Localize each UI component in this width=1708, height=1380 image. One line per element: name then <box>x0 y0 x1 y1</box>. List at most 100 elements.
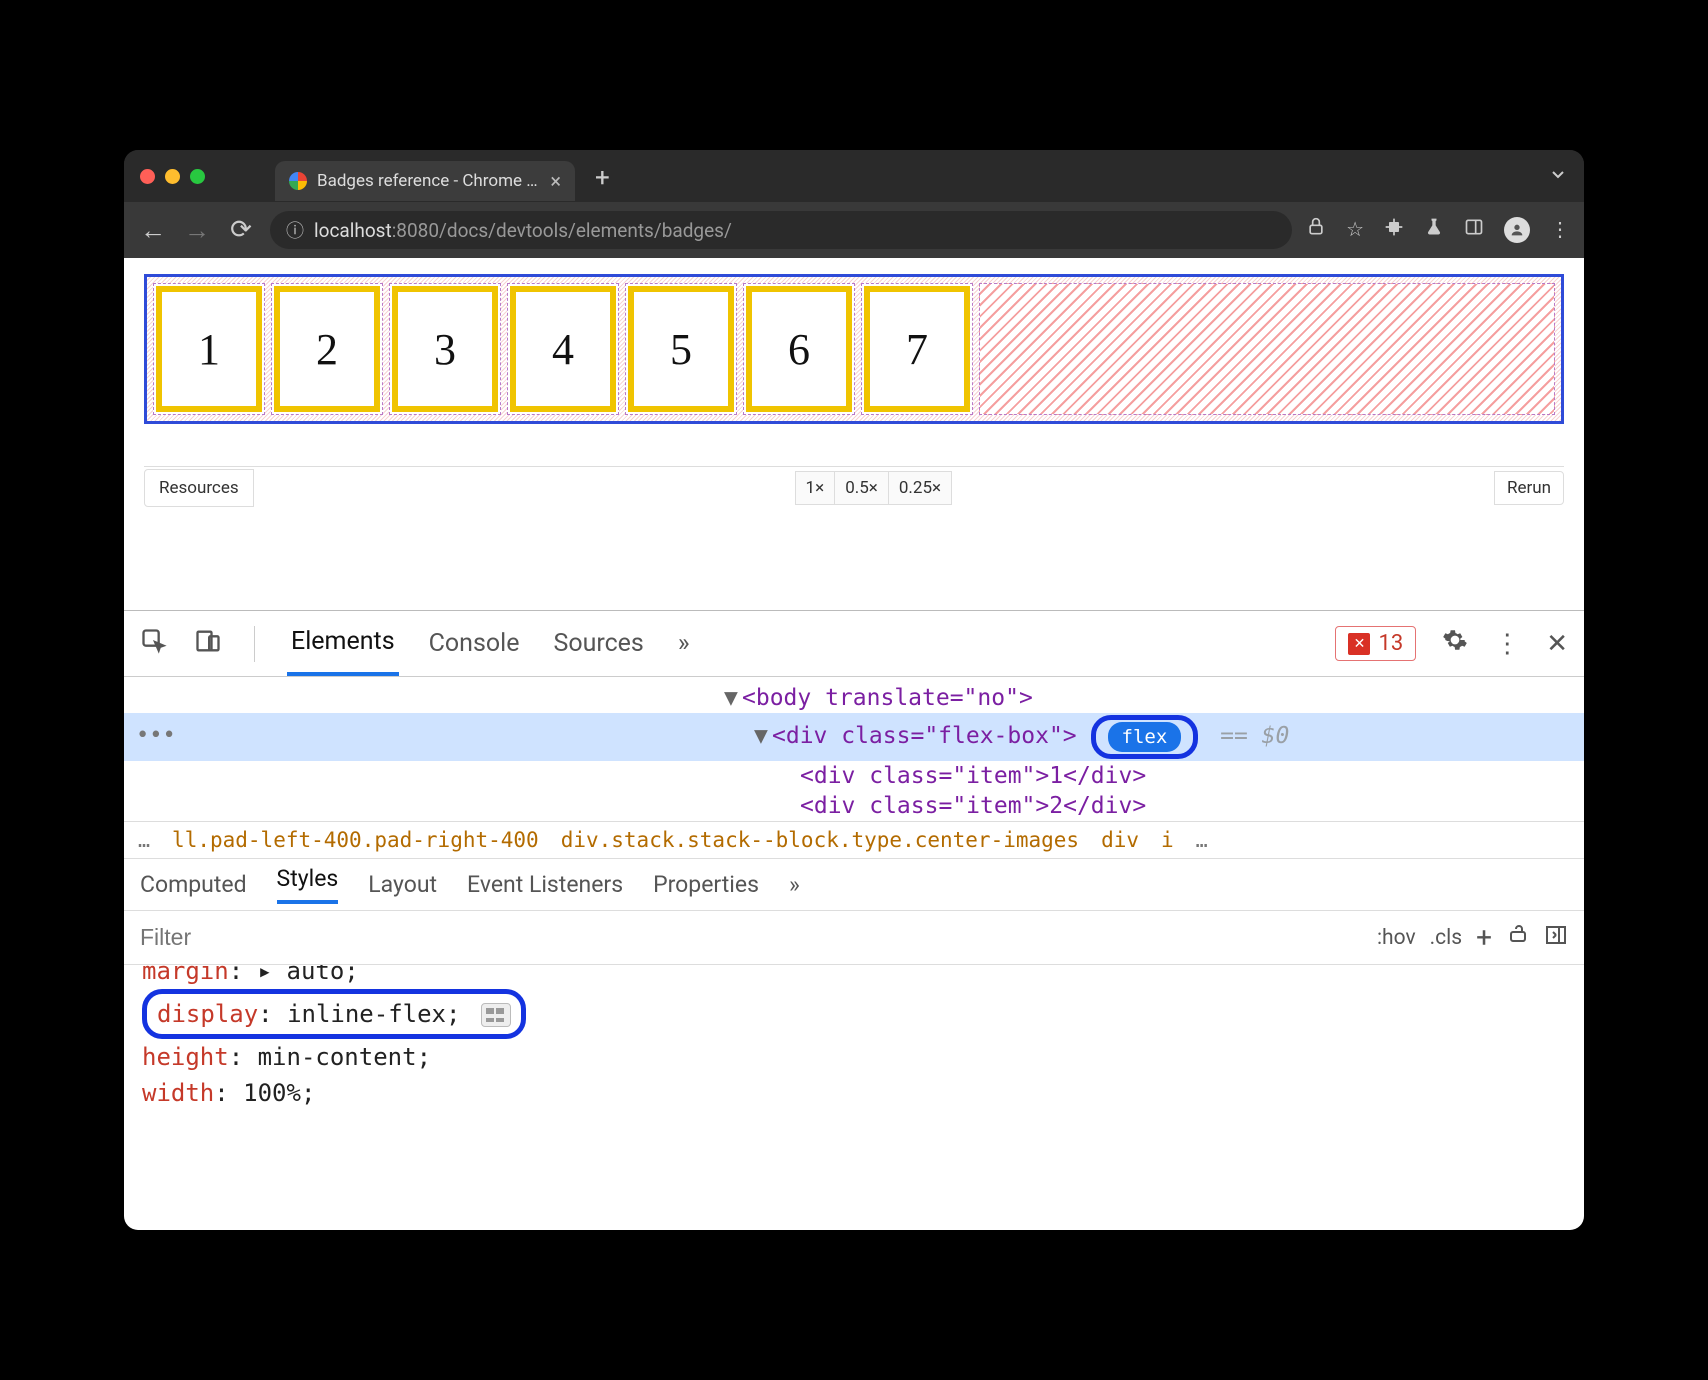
close-tab-icon[interactable]: × <box>550 169 561 193</box>
style-margin-line[interactable]: margin: ▸ auto; <box>142 965 1566 989</box>
flex-item: 2 <box>271 283 383 415</box>
box-4: 4 <box>510 286 616 412</box>
dom-ellipsis-icon[interactable]: ••• <box>136 723 176 748</box>
error-icon: ✕ <box>1348 633 1370 655</box>
flex-editor-icon[interactable] <box>481 1003 511 1027</box>
styles-body[interactable]: margin: ▸ auto; display: inline-flex; he… <box>124 965 1584 1115</box>
labs-flask-icon[interactable] <box>1424 217 1444 243</box>
dom-tree[interactable]: ••• ▼<body translate="no"> ▼<div class="… <box>124 677 1584 821</box>
hov-toggle[interactable]: :hov <box>1377 926 1416 950</box>
tabs-dropdown-icon[interactable] <box>1548 164 1568 188</box>
tabs-overflow-icon[interactable]: » <box>674 613 694 674</box>
fullscreen-window-button[interactable] <box>190 169 205 184</box>
style-display-line[interactable]: display: inline-flex; <box>142 989 1566 1039</box>
computed-toggle-icon[interactable] <box>1544 923 1568 953</box>
toolbar-icons: ☆ ⋮ <box>1306 217 1570 243</box>
window-controls <box>140 169 205 184</box>
crumb-4[interactable]: i <box>1161 828 1174 852</box>
styles-subtabs: Computed Styles Layout Event Listeners P… <box>124 859 1584 911</box>
flex-item: 4 <box>507 283 619 415</box>
subtab-properties[interactable]: Properties <box>653 871 759 898</box>
box-5: 5 <box>628 286 734 412</box>
cls-toggle[interactable]: .cls <box>1430 926 1462 950</box>
side-panel-icon[interactable] <box>1464 217 1484 243</box>
box-3: 3 <box>392 286 498 412</box>
devtools-panel: Elements Console Sources » ✕ 13 ⋮ ✕ ••• … <box>124 610 1584 1230</box>
crumb-1[interactable]: ll.pad-left-400.pad-right-400 <box>172 828 539 852</box>
devtools-tabbar: Elements Console Sources » ✕ 13 ⋮ ✕ <box>124 611 1584 677</box>
dom-body-line[interactable]: ▼<body translate="no"> <box>124 683 1584 713</box>
subtab-event-listeners[interactable]: Event Listeners <box>467 871 623 898</box>
new-style-rule-icon[interactable]: + <box>1476 921 1492 954</box>
flex-badge-highlight: flex <box>1091 715 1199 759</box>
flex-item: 5 <box>625 283 737 415</box>
flex-empty-space <box>979 283 1555 415</box>
minimize-window-button[interactable] <box>165 169 180 184</box>
box-1: 1 <box>156 286 262 412</box>
crumb-3[interactable]: div <box>1101 828 1139 852</box>
crumb-overflow-left-icon[interactable]: … <box>138 828 150 852</box>
box-7: 7 <box>864 286 970 412</box>
tab-elements[interactable]: Elements <box>287 611 399 676</box>
dom-flexbox-line[interactable]: ▼<div class="flex-box"> flex == $0 <box>124 713 1584 761</box>
inspect-element-icon[interactable] <box>140 627 168 661</box>
flex-item: 3 <box>389 283 501 415</box>
reload-button[interactable]: ⟳ <box>226 215 256 245</box>
flex-container-overlay[interactable]: 1 2 3 4 5 6 7 <box>144 274 1564 424</box>
tab-title: Badges reference - Chrome De <box>317 171 540 191</box>
settings-gear-icon[interactable] <box>1442 627 1468 660</box>
tab-console[interactable]: Console <box>425 613 524 674</box>
address-bar: ← → ⟳ ⓘ localhost:8080/docs/devtools/ele… <box>124 202 1584 258</box>
flex-badge[interactable]: flex <box>1108 722 1182 752</box>
page-content: 1 2 3 4 5 6 7 Resources 1× 0.5× 0.25× Re… <box>124 258 1584 610</box>
scale-1x-button[interactable]: 1× <box>795 471 836 505</box>
device-toolbar-icon[interactable] <box>194 627 222 661</box>
kebab-menu-icon[interactable]: ⋮ <box>1550 217 1570 243</box>
box-2: 2 <box>274 286 380 412</box>
error-count-badge[interactable]: ✕ 13 <box>1335 626 1416 661</box>
style-height-line[interactable]: height: min-content; <box>142 1039 1566 1075</box>
tab-sources[interactable]: Sources <box>549 613 647 674</box>
selected-node-indicator: == $0 <box>1220 723 1289 749</box>
close-window-button[interactable] <box>140 169 155 184</box>
back-button[interactable]: ← <box>138 215 168 246</box>
error-count: 13 <box>1378 631 1403 656</box>
share-icon[interactable] <box>1306 217 1326 243</box>
bookmark-star-icon[interactable]: ☆ <box>1346 217 1364 243</box>
url-host: localhost <box>314 219 392 242</box>
demo-controls: Resources 1× 0.5× 0.25× Rerun <box>144 466 1564 508</box>
box-6: 6 <box>746 286 852 412</box>
profile-avatar-icon[interactable] <box>1504 217 1530 243</box>
forward-button[interactable]: → <box>182 215 212 246</box>
flex-item: 6 <box>743 283 855 415</box>
url-path: /docs/devtools/elements/badges/ <box>439 219 732 242</box>
paint-bucket-icon[interactable] <box>1506 923 1530 953</box>
rerun-button[interactable]: Rerun <box>1494 471 1564 505</box>
browser-tab[interactable]: Badges reference - Chrome De × <box>275 161 575 201</box>
dom-item1-line[interactable]: <div class="item">1</div> <box>124 761 1584 791</box>
devtools-menu-icon[interactable]: ⋮ <box>1494 629 1520 659</box>
close-devtools-icon[interactable]: ✕ <box>1546 629 1568 659</box>
browser-window: Badges reference - Chrome De × + ← → ⟳ ⓘ… <box>124 150 1584 1230</box>
subtab-styles[interactable]: Styles <box>277 865 339 904</box>
new-tab-button[interactable]: + <box>595 163 610 193</box>
subtab-layout[interactable]: Layout <box>368 871 437 898</box>
subtab-computed[interactable]: Computed <box>140 871 247 898</box>
scale-05x-button[interactable]: 0.5× <box>834 471 889 505</box>
crumb-overflow-right-icon[interactable]: … <box>1196 828 1208 852</box>
styles-filter-input[interactable] <box>140 924 1363 951</box>
crumb-2[interactable]: div.stack.stack--block.type.center-image… <box>561 828 1079 852</box>
extensions-icon[interactable] <box>1384 217 1404 243</box>
dom-item2-line[interactable]: <div class="item">2</div> <box>124 791 1584 821</box>
scale-025x-button[interactable]: 0.25× <box>888 471 952 505</box>
dom-breadcrumbs[interactable]: … ll.pad-left-400.pad-right-400 div.stac… <box>124 821 1584 859</box>
url-field[interactable]: ⓘ localhost:8080/docs/devtools/elements/… <box>270 211 1292 249</box>
subtabs-overflow-icon[interactable]: » <box>789 871 800 898</box>
style-width-line[interactable]: width: 100%; <box>142 1075 1566 1111</box>
styles-filter-row: :hov .cls + <box>124 911 1584 965</box>
site-info-icon[interactable]: ⓘ <box>286 217 304 243</box>
titlebar: Badges reference - Chrome De × + <box>124 150 1584 202</box>
flex-item: 7 <box>861 283 973 415</box>
flex-item: 1 <box>153 283 265 415</box>
resources-button[interactable]: Resources <box>144 469 254 507</box>
